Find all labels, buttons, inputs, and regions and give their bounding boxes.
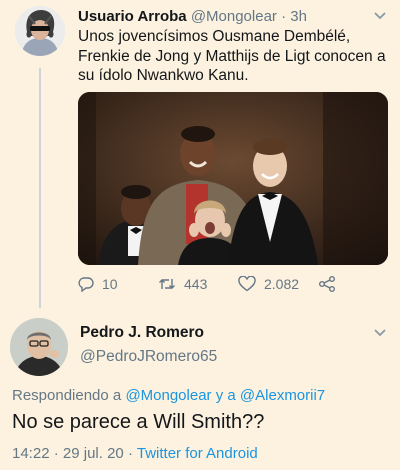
reply-action[interactable]: 10	[78, 276, 118, 292]
thread-connector-line	[39, 68, 41, 308]
display-name[interactable]: Pedro J. Romero	[80, 324, 204, 342]
tweet-text: No se parece a Will Smith??	[12, 411, 265, 433]
photo-image	[78, 92, 388, 265]
heart-icon[interactable]	[238, 276, 256, 292]
mention-link[interactable]: @Alexmorii7	[240, 387, 325, 404]
chevron-down-icon[interactable]	[373, 11, 387, 21]
tweet-text: Unos jovencísimos Ousmane Dembélé, Frenk…	[78, 28, 386, 84]
replying-to-line: Respondiendo a @Mongolear y a @Alexmorii…	[12, 387, 325, 404]
chevron-down-icon[interactable]	[373, 328, 387, 338]
avatar-image	[15, 6, 65, 56]
replying-joiner: y a	[215, 387, 236, 404]
avatar[interactable]	[10, 318, 68, 376]
share-action[interactable]	[318, 276, 344, 292]
separator-dot: ·	[127, 445, 133, 462]
share-icon[interactable]	[318, 276, 336, 292]
retweet-count: 443	[184, 276, 208, 292]
display-name[interactable]: Usuario Arroba	[78, 8, 187, 25]
like-action[interactable]: 2.082	[238, 276, 299, 292]
replying-prefix: Respondiendo a	[12, 387, 122, 404]
user-handle[interactable]: @PedroJRomero65	[80, 348, 217, 366]
avatar-image	[10, 318, 68, 376]
source-link[interactable]: Twitter for Android	[137, 445, 258, 462]
avatar[interactable]	[15, 6, 65, 56]
mention-link[interactable]: @Mongolear	[125, 387, 211, 404]
tweet-date[interactable]: 29 jul. 20	[63, 445, 124, 462]
tweet-actions: 10 443 2.082	[78, 276, 368, 296]
tweet-metadata: 14:22 · 29 jul. 20 · Twitter for Android	[12, 445, 258, 462]
tweet-header: Usuario Arroba @Mongolear · 3h	[78, 7, 366, 27]
tweet-photo[interactable]	[78, 92, 388, 265]
user-handle[interactable]: @Mongolear	[191, 8, 277, 25]
like-count: 2.082	[264, 276, 300, 292]
reply-count: 10	[102, 276, 118, 292]
tweet-time[interactable]: 3h	[290, 8, 307, 25]
retweet-action[interactable]: 443	[158, 276, 207, 292]
reply-icon[interactable]	[78, 276, 94, 292]
retweet-icon[interactable]	[158, 276, 176, 292]
tweet-time[interactable]: 14:22	[12, 445, 50, 462]
separator-dot: ·	[53, 445, 59, 462]
separator-dot: ·	[281, 8, 287, 25]
